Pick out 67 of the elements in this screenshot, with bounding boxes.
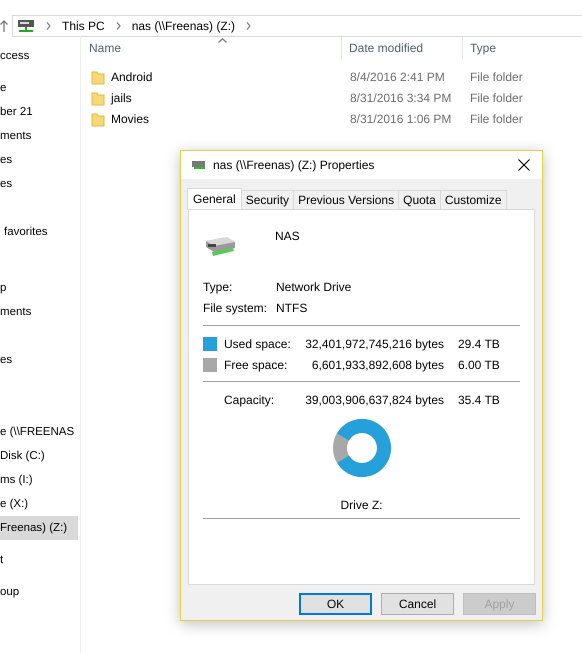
- tab[interactable]: General: [187, 188, 242, 209]
- folder-icon: [91, 92, 105, 106]
- nav-item[interactable]: es: [0, 172, 78, 196]
- nav-item[interactable]: p: [0, 276, 78, 300]
- nav-item[interactable]: e (\\FREENAS: [0, 420, 78, 444]
- space-size: 29.4 TB: [458, 336, 500, 350]
- space-label: Used space:: [224, 336, 292, 350]
- nav-item[interactable]: ber 21: [0, 100, 78, 124]
- nav-item[interactable]: es: [0, 148, 78, 172]
- date-cell-text: 8/4/2016 2:41 PM: [349, 69, 446, 86]
- field-value: NTFS: [276, 300, 308, 317]
- network-drive-icon: [203, 235, 237, 257]
- network-drive-icon: [191, 159, 207, 171]
- tab[interactable]: Customize: [440, 190, 506, 209]
- nav-item[interactable]: e (X:): [0, 492, 78, 516]
- chevron-icon[interactable]: [116, 22, 121, 30]
- nav-item[interactable]: Disk (C:): [0, 444, 78, 468]
- tab[interactable]: Security: [240, 190, 294, 209]
- nav-item[interactable]: ments: [0, 124, 78, 148]
- folder-icon: [91, 70, 105, 84]
- folder-icon: [91, 112, 105, 126]
- date-cell-text: 8/31/2016 3:34 PM: [349, 90, 452, 107]
- usage-donut: [332, 418, 392, 478]
- breadcrumb[interactable]: nas (\\Freenas) (Z:): [132, 19, 236, 33]
- space-bytes: 6,601,933,892,608 bytes: [310, 358, 444, 372]
- column-header[interactable]: Name: [89, 37, 342, 59]
- nav-item[interactable]: Freenas) (Z:): [0, 516, 78, 540]
- dialog-title: nas (\\Freenas) (Z:) Properties: [213, 158, 376, 172]
- space-label: Capacity:: [224, 392, 276, 406]
- nav-item[interactable]: favorites: [0, 220, 80, 244]
- field-label: Type:: [203, 279, 234, 296]
- sort-caret-icon: [218, 38, 227, 43]
- type-cell-text: File folder: [469, 90, 523, 107]
- capacity-size: 35.4 TB: [458, 392, 500, 406]
- chevron-icon[interactable]: [246, 22, 252, 30]
- file-name[interactable]: Movies: [111, 109, 150, 130]
- field-value: Network Drive: [276, 279, 352, 296]
- tab[interactable]: Quota: [398, 190, 441, 209]
- nav-item[interactable]: oup: [0, 580, 78, 604]
- nav-item[interactable]: e: [0, 76, 78, 100]
- nav-item[interactable]: ments: [0, 300, 78, 324]
- address-bar[interactable]: This PC nas (\\Freenas) (Z:): [12, 15, 582, 37]
- breadcrumb[interactable]: This PC: [62, 19, 105, 33]
- capacity-bytes: 39,003,906,637,824 bytes: [304, 392, 444, 406]
- space-bytes: 32,401,972,745,216 bytes: [304, 336, 444, 350]
- nav-item[interactable]: ccess: [0, 44, 78, 68]
- file-name[interactable]: jails: [111, 88, 132, 109]
- chevron-icon[interactable]: [46, 22, 51, 30]
- dialog-button[interactable]: OK: [299, 593, 372, 615]
- field-label: File system:: [203, 300, 268, 317]
- nav-item[interactable]: es: [0, 348, 78, 372]
- space-label: Free space:: [224, 358, 288, 372]
- column-header[interactable]: Type: [463, 37, 496, 59]
- column-header[interactable]: Date modified: [342, 37, 463, 59]
- close-icon[interactable]: [518, 159, 530, 171]
- drive-label: Drive Z:: [340, 498, 384, 512]
- file-name[interactable]: Android: [111, 67, 152, 88]
- up-arrow-icon[interactable]: [0, 20, 8, 32]
- type-cell-text: File folder: [469, 69, 523, 86]
- nav-item[interactable]: ms (I:): [0, 468, 78, 492]
- nav-item[interactable]: t: [0, 548, 78, 572]
- network-drive-icon: [17, 19, 35, 33]
- dialog-button[interactable]: Cancel: [381, 593, 454, 615]
- drive-name: NAS: [275, 229, 300, 243]
- date-cell-text: 8/31/2016 1:06 PM: [349, 111, 452, 128]
- type-cell-text: File folder: [469, 111, 523, 128]
- space-size: 6.00 TB: [458, 358, 500, 372]
